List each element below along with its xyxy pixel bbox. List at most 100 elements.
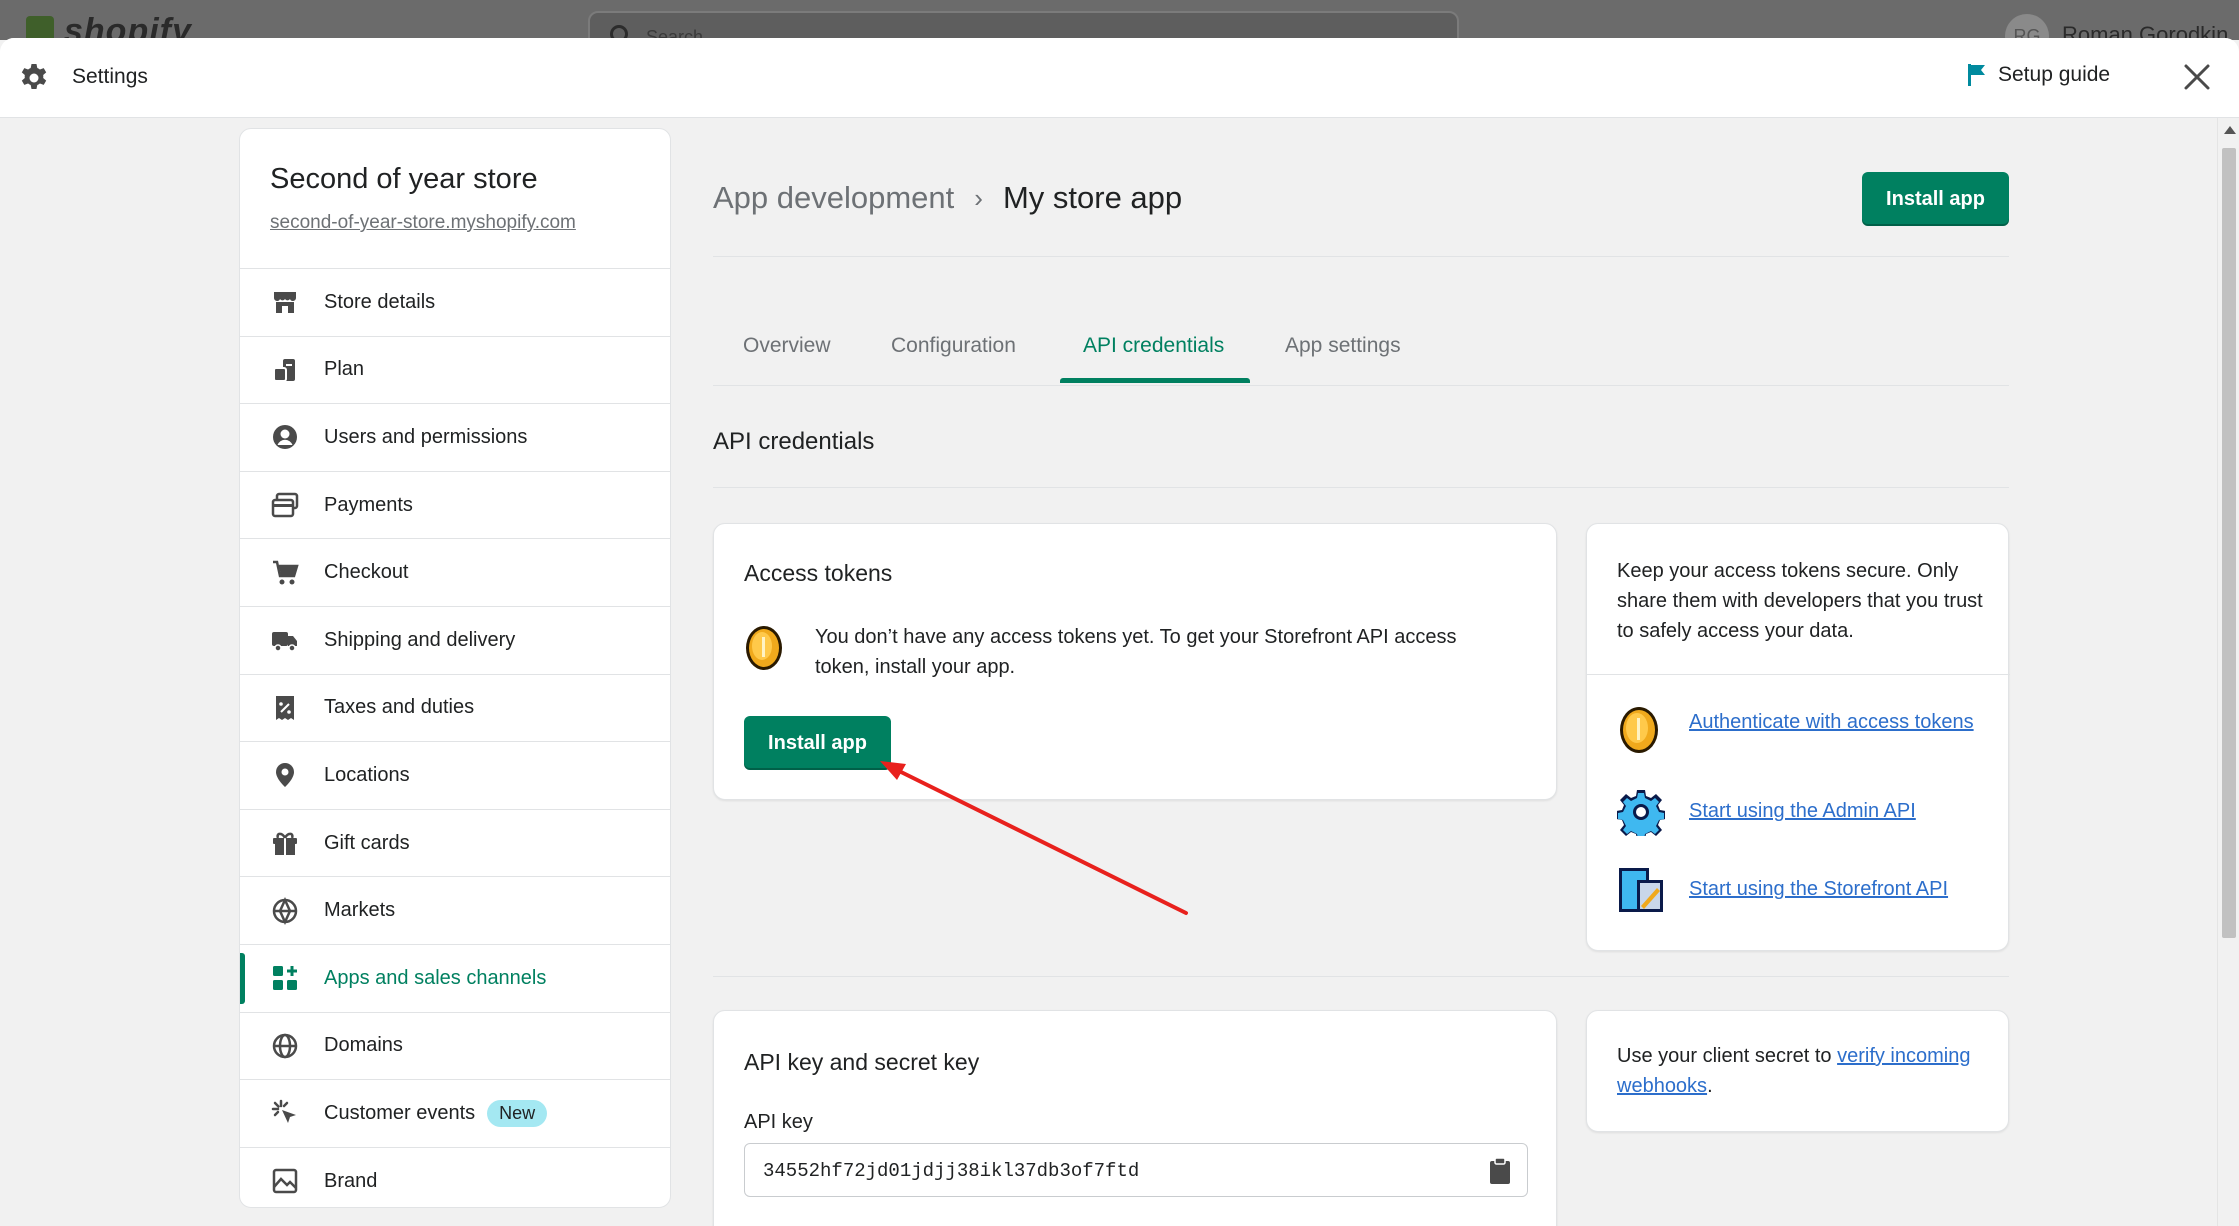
gear-icon [21, 64, 47, 89]
authenticate-access-tokens-link[interactable]: Authenticate with access tokens [1689, 707, 1989, 737]
clipboard-icon[interactable] [1489, 1157, 1511, 1185]
settings-sidebar: Second of year store second-of-year-stor… [239, 128, 671, 1208]
storefront-api-link[interactable]: Start using the Storefront API [1689, 874, 1989, 904]
sidebar-item-markets[interactable]: Markets [240, 877, 670, 945]
admin-search-bar: Search [588, 11, 1459, 40]
cart-icon [270, 558, 300, 588]
section-divider-2 [713, 976, 2009, 977]
sidebar-item-label: Checkout [324, 561, 409, 584]
tab-api-credentials[interactable]: API credentials [1083, 334, 1224, 358]
avatar: RG [2005, 14, 2049, 40]
cursor-click-icon [270, 1098, 300, 1128]
install-app-button[interactable]: Install app [744, 716, 891, 770]
security-info-text: Keep your access tokens secure. Only sha… [1617, 560, 1983, 642]
admin-api-link[interactable]: Start using the Admin API [1689, 796, 1989, 826]
header-divider [713, 256, 2009, 257]
gear-pixel-icon [1617, 790, 1665, 836]
store-header: Second of year store second-of-year-stor… [240, 129, 670, 269]
breadcrumb: App development › My store app [713, 180, 1182, 216]
tab-configuration[interactable]: Configuration [891, 334, 1016, 358]
sidebar-item-label: Locations [324, 763, 410, 786]
sidebar-item-apps-sales-channels[interactable]: Apps and sales channels [240, 945, 670, 1013]
sidebar-item-store-details[interactable]: Store details [240, 269, 670, 337]
truck-icon [270, 625, 300, 655]
api-keys-title: API key and secret key [744, 1049, 980, 1075]
webhook-info-card: Use your client secret to verify incomin… [1586, 1010, 2009, 1132]
admin-topbar-backdrop: shopify Search RG Roman Gorodkin [0, 0, 2239, 40]
info-divider [1587, 674, 2010, 675]
tab-bar: Overview Configuration API credentials A… [713, 306, 2009, 386]
shopify-bag-icon [26, 16, 54, 40]
close-icon[interactable] [2180, 60, 2214, 94]
tab-app-settings[interactable]: App settings [1285, 334, 1401, 358]
chevron-right-icon: › [974, 182, 983, 213]
coin-icon [746, 626, 782, 670]
brand-icon [270, 1166, 300, 1196]
sidebar-item-locations[interactable]: Locations [240, 742, 670, 810]
setup-guide-button[interactable]: Setup guide [1966, 62, 2110, 88]
sidebar-item-customer-events[interactable]: Customer events New [240, 1080, 670, 1148]
security-info-card: Keep your access tokens secure. Only sha… [1586, 523, 2010, 951]
store-name: Second of year store [270, 163, 538, 195]
access-tokens-title: Access tokens [744, 560, 893, 586]
access-tokens-message: You don’t have any access tokens yet. To… [815, 626, 1457, 678]
storefront-icon [1619, 868, 1663, 912]
sidebar-item-domains[interactable]: Domains [240, 1013, 670, 1081]
sidebar-item-taxes[interactable]: Taxes and duties [240, 675, 670, 743]
modal-header: Settings Setup guide [0, 38, 2239, 118]
setup-guide-label: Setup guide [1998, 63, 2111, 86]
sidebar-item-label: Payments [324, 493, 413, 516]
sidebar-item-label: Shipping and delivery [324, 628, 516, 651]
tax-icon [270, 693, 300, 723]
gift-icon [270, 828, 300, 858]
sidebar-item-label: Markets [324, 899, 396, 922]
sidebar-item-plan[interactable]: Plan [240, 337, 670, 405]
access-tokens-card: Access tokens You don’t have any access … [713, 523, 1557, 800]
plan-icon [270, 355, 300, 385]
user-icon [270, 422, 300, 452]
apps-icon [270, 963, 300, 993]
sidebar-item-label: Domains [324, 1034, 403, 1057]
globe-icon [270, 1031, 300, 1061]
store-icon [270, 287, 300, 317]
flag-icon [1968, 64, 1985, 86]
new-badge: New [487, 1099, 548, 1127]
sidebar-item-payments[interactable]: Payments [240, 472, 670, 540]
scrollbar[interactable] [2217, 118, 2239, 1226]
api-key-field[interactable]: 34552hf72jd01jdjj38ikl37db3of7ftd [744, 1143, 1528, 1197]
webhook-text-prefix: Use your client secret to [1617, 1045, 1838, 1067]
sidebar-item-shipping[interactable]: Shipping and delivery [240, 607, 670, 675]
payments-icon [270, 490, 300, 520]
sidebar-item-label: Plan [324, 358, 365, 381]
api-key-value: 34552hf72jd01jdjj38ikl37db3of7ftd [763, 1160, 1140, 1182]
section-divider [713, 487, 2009, 488]
api-key-label: API key [744, 1111, 813, 1133]
api-keys-card: API key and secret key API key 34552hf72… [713, 1010, 1557, 1226]
sidebar-item-label: Users and permissions [324, 425, 528, 448]
sidebar-item-brand[interactable]: Brand [240, 1148, 670, 1207]
sidebar-item-users-permissions[interactable]: Users and permissions [240, 404, 670, 472]
shopify-logo: shopify [64, 12, 192, 40]
sidebar-item-label: Store details [324, 290, 436, 313]
page-title: My store app [1002, 180, 1183, 215]
sidebar-item-label: Apps and sales channels [324, 966, 547, 989]
sidebar-item-label: Brand [324, 1169, 378, 1192]
location-icon [270, 760, 300, 790]
breadcrumb-parent-link[interactable]: App development [713, 180, 954, 216]
tab-overview[interactable]: Overview [743, 334, 831, 358]
webhook-text-suffix: . [1707, 1075, 1713, 1097]
webhook-info-text: Use your client secret to verify incomin… [1617, 1041, 1987, 1101]
globe-icon [270, 896, 300, 926]
install-app-button-header[interactable]: Install app [1862, 172, 2009, 226]
settings-title: Settings [72, 65, 148, 88]
section-title: API credentials [713, 428, 875, 455]
scroll-up-arrow-icon[interactable] [2224, 126, 2236, 134]
coin-icon [1620, 707, 1658, 753]
sidebar-item-label: Gift cards [324, 831, 410, 854]
scroll-thumb[interactable] [2222, 148, 2236, 938]
sidebar-item-checkout[interactable]: Checkout [240, 539, 670, 607]
sidebar-item-label: Customer events [324, 1101, 476, 1124]
store-url-link[interactable]: second-of-year-store.myshopify.com [270, 212, 576, 234]
active-tab-indicator [1060, 378, 1250, 383]
sidebar-item-gift-cards[interactable]: Gift cards [240, 810, 670, 878]
